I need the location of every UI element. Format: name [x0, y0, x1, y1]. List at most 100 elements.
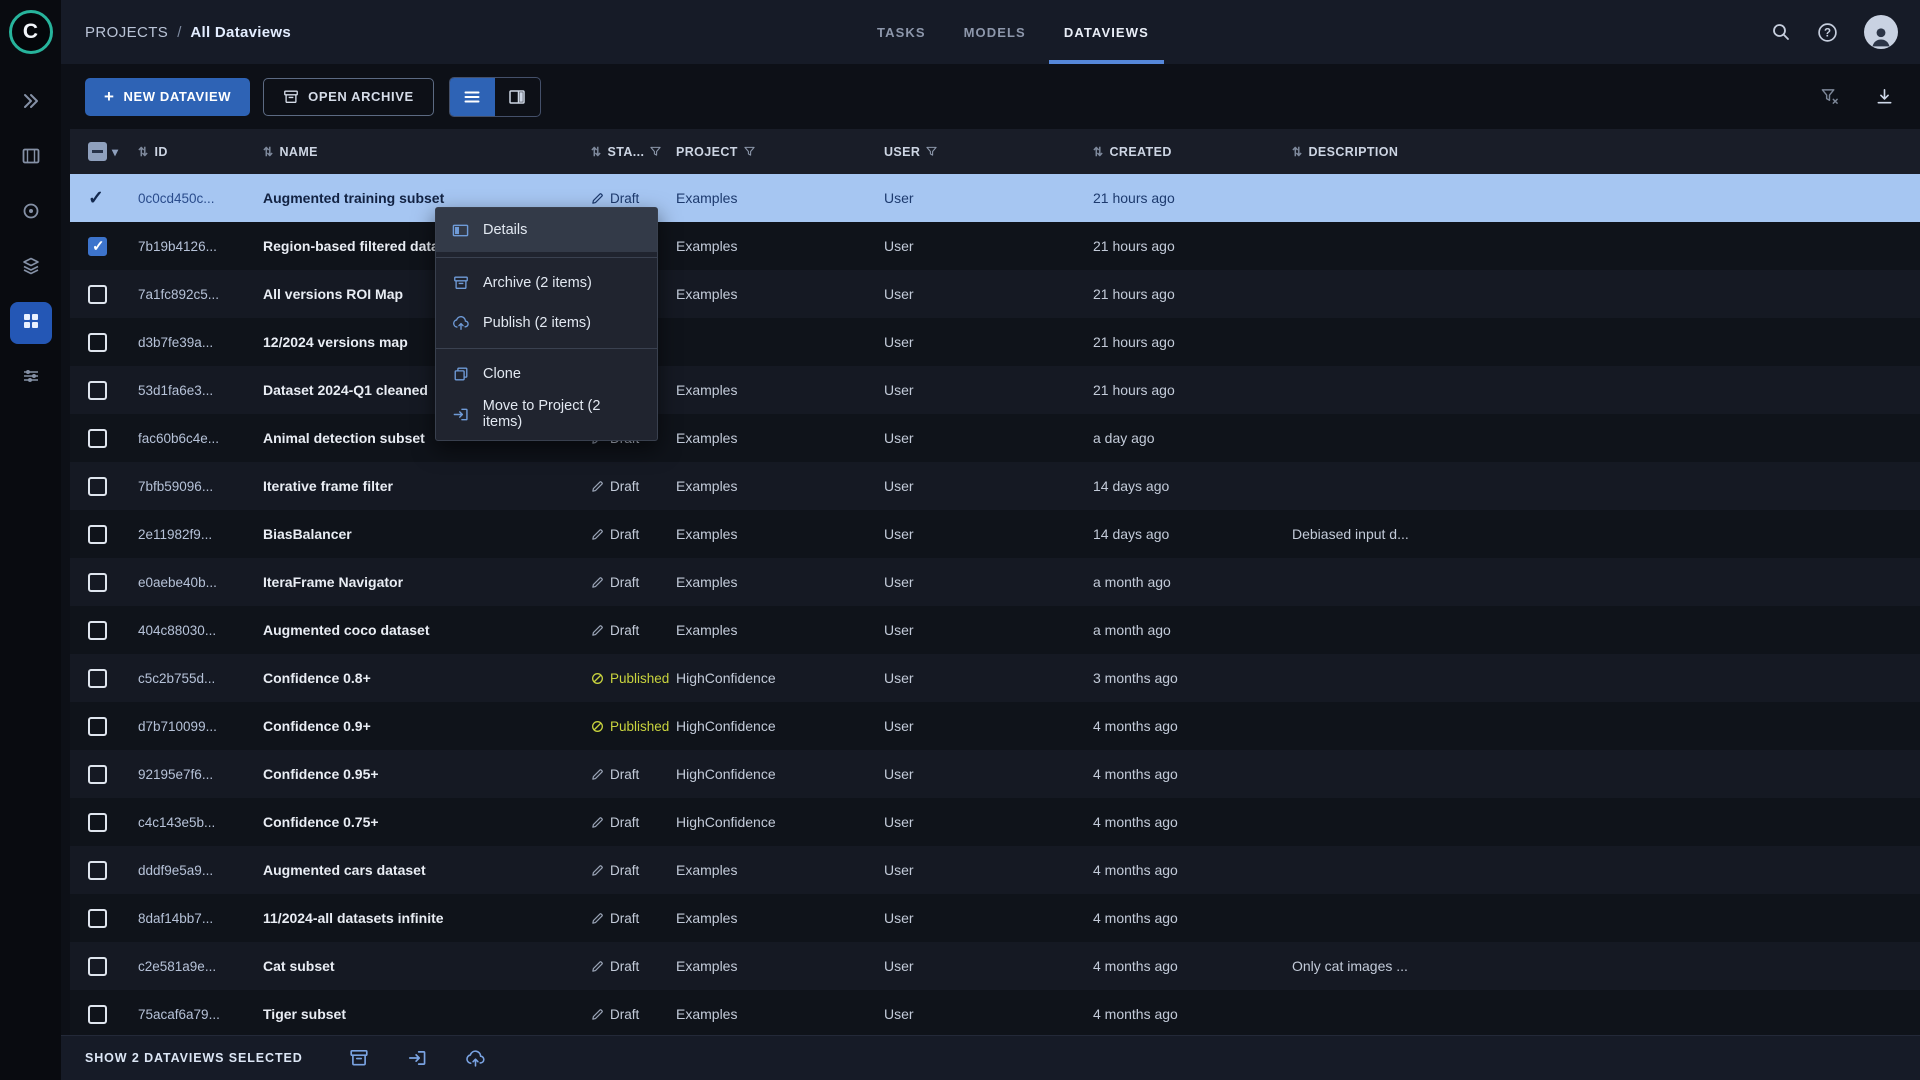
tab-models[interactable]: MODELS: [945, 0, 1045, 64]
archive-icon[interactable]: [349, 1048, 369, 1068]
datasets-icon: [21, 256, 41, 281]
row-checkbox[interactable]: [88, 380, 107, 400]
menu-item-details[interactable]: Details: [436, 208, 657, 252]
row-checkbox[interactable]: [88, 860, 107, 880]
user-avatar[interactable]: [1864, 15, 1898, 49]
filter-icon[interactable]: [650, 146, 662, 157]
row-user: User: [884, 814, 914, 830]
filter-icon[interactable]: [926, 146, 937, 157]
row-checkbox[interactable]: [88, 812, 107, 832]
split-view-button[interactable]: [495, 78, 540, 116]
column-header-name[interactable]: ⇅ NAME: [263, 145, 591, 159]
row-select-cell: ✓: [70, 860, 138, 880]
menu-item-clone[interactable]: Clone: [436, 354, 657, 394]
select-menu-caret-icon[interactable]: ▾: [112, 145, 118, 159]
column-header-created[interactable]: ⇅ CREATED: [1093, 145, 1292, 159]
column-header-description[interactable]: ⇅ DESCRIPTION: [1292, 145, 1920, 159]
app-logo[interactable]: C: [8, 10, 53, 54]
table-row[interactable]: ✓ dddf9e5a9... Augmented cars dataset Dr…: [70, 846, 1920, 894]
row-checkbox[interactable]: [88, 956, 107, 976]
tab-dataviews[interactable]: DATAVIEWS: [1045, 0, 1168, 64]
table-row[interactable]: ✓ d3b7fe39a... 12/2024 versions map Draf…: [70, 318, 1920, 366]
table-row[interactable]: ✓ 404c88030... Augmented coco dataset Dr…: [70, 606, 1920, 654]
table-row[interactable]: ✓ 7bfb59096... Iterative frame filter Dr…: [70, 462, 1920, 510]
row-project: Examples: [676, 1006, 738, 1022]
status-label: Draft: [610, 622, 640, 638]
column-header-user[interactable]: USER: [884, 145, 1093, 159]
draft-pencil-icon: [591, 768, 604, 781]
table-row[interactable]: ✓ d7b710099... Confidence 0.9+ Published…: [70, 702, 1920, 750]
row-user: User: [884, 238, 914, 254]
row-user: User: [884, 430, 914, 446]
row-checkbox[interactable]: [88, 1004, 107, 1024]
table-row[interactable]: ✓ 2e11982f9... BiasBalancer Draft Exampl…: [70, 510, 1920, 558]
menu-item-move-to-project[interactable]: Move to Project (2 items): [436, 394, 657, 434]
row-checkbox[interactable]: [88, 236, 107, 256]
table-row[interactable]: ✓ c2e581a9e... Cat subset Draft Examples…: [70, 942, 1920, 990]
sidebar-item-annotations[interactable]: [10, 192, 52, 234]
table-row[interactable]: ✓ fac60b6c4e... Animal detection subset …: [70, 414, 1920, 462]
row-checkbox[interactable]: [88, 524, 107, 544]
table-row[interactable]: ✓ 75acaf6a79... Tiger subset Draft Examp…: [70, 990, 1920, 1035]
row-checkbox[interactable]: [88, 764, 107, 784]
table-row[interactable]: ✓ 7b19b4126... Region-based filtered dat…: [70, 222, 1920, 270]
open-archive-button[interactable]: OPEN ARCHIVE: [263, 77, 434, 116]
status-label: Draft: [610, 814, 640, 830]
row-checkbox[interactable]: [88, 332, 107, 352]
row-checkbox[interactable]: [88, 572, 107, 592]
row-created: a month ago: [1093, 574, 1171, 590]
row-checkbox[interactable]: [88, 284, 107, 304]
plus-icon: +: [104, 87, 115, 106]
row-checkbox[interactable]: [88, 668, 107, 688]
column-header-project[interactable]: PROJECT: [676, 145, 884, 159]
archive-icon: [451, 275, 470, 291]
table-row[interactable]: ✓ c5c2b755d... Confidence 0.8+ Published…: [70, 654, 1920, 702]
row-checkbox[interactable]: [88, 620, 107, 640]
table-row[interactable]: ✓ 8daf14bb7... 11/2024-all datasets infi…: [70, 894, 1920, 942]
menu-item-publish[interactable]: Publish (2 items): [436, 303, 657, 343]
sidebar-item-datasets[interactable]: [10, 247, 52, 289]
open-archive-label: OPEN ARCHIVE: [308, 89, 414, 104]
clear-filters-icon[interactable]: [1820, 87, 1839, 106]
table-row[interactable]: ✓ 0c0cd450c... Augmented training subset…: [70, 174, 1920, 222]
tab-tasks[interactable]: TASKS: [858, 0, 945, 64]
menu-item-archive[interactable]: Archive (2 items): [436, 263, 657, 303]
sidebar-item-frames[interactable]: [10, 137, 52, 179]
table-row[interactable]: ✓ c4c143e5b... Confidence 0.75+ Draft Hi…: [70, 798, 1920, 846]
row-id: c4c143e5b...: [138, 814, 216, 830]
table-row[interactable]: ✓ 53d1fa6e3... Dataset 2024-Q1 cleaned D…: [70, 366, 1920, 414]
row-user: User: [884, 286, 914, 302]
filter-icon[interactable]: [744, 146, 755, 157]
table-row[interactable]: ✓ e0aebe40b... IteraFrame Navigator Draf…: [70, 558, 1920, 606]
header-tabs: TASKS MODELS DATAVIEWS: [858, 0, 1168, 64]
row-status: Draft: [591, 575, 676, 590]
new-dataview-label: NEW DATAVIEW: [123, 89, 232, 104]
column-header-id[interactable]: ⇅ ID: [138, 145, 263, 159]
table-row[interactable]: ✓ 92195e7f6... Confidence 0.95+ Draft Hi…: [70, 750, 1920, 798]
column-header-status[interactable]: ⇅ STA...: [591, 145, 676, 159]
status-label: Draft: [610, 910, 640, 926]
sidebar-item-launch[interactable]: [10, 82, 52, 124]
breadcrumb-projects[interactable]: PROJECTS: [85, 24, 168, 41]
move-to-project-icon[interactable]: [407, 1048, 427, 1068]
breadcrumb-current[interactable]: All Dataviews: [190, 24, 291, 41]
select-all-checkbox[interactable]: [88, 142, 107, 161]
row-checkbox[interactable]: [88, 908, 107, 928]
draft-pencil-icon: [591, 960, 604, 973]
search-icon[interactable]: [1771, 22, 1791, 42]
new-dataview-button[interactable]: + NEW DATAVIEW: [85, 77, 251, 116]
table-row[interactable]: ✓ 7a1fc892c5... All versions ROI Map Dra…: [70, 270, 1920, 318]
help-icon[interactable]: ?: [1817, 22, 1838, 43]
row-checkbox[interactable]: [88, 476, 107, 496]
download-icon[interactable]: [1875, 87, 1894, 106]
sidebar-item-pipelines[interactable]: [10, 357, 52, 399]
row-user: User: [884, 334, 914, 350]
sort-icon: ⇅: [263, 144, 274, 159]
sidebar-item-hyperdatasets[interactable]: [9, 302, 52, 344]
table-view-button[interactable]: [449, 77, 495, 116]
row-name: Cat subset: [263, 958, 335, 974]
show-selected-link[interactable]: SHOW 2 DATAVIEWS SELECTED: [85, 1051, 303, 1065]
row-checkbox[interactable]: [88, 428, 107, 448]
row-checkbox[interactable]: [88, 716, 107, 736]
publish-icon[interactable]: [465, 1048, 486, 1069]
